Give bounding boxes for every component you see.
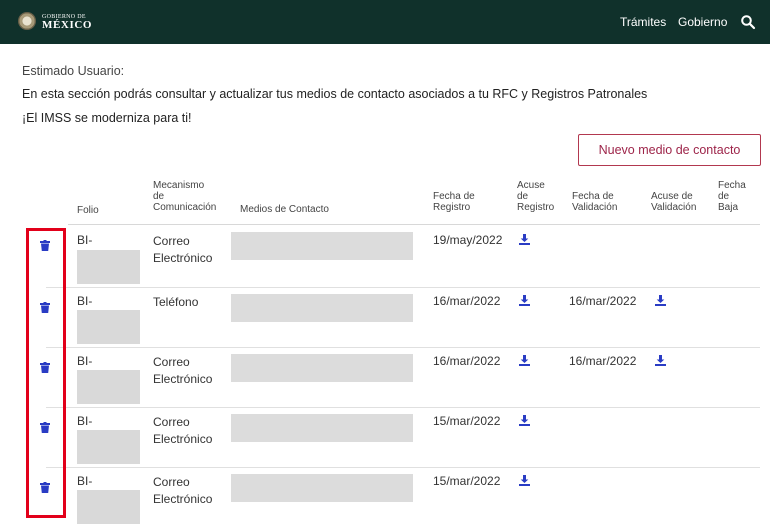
table-row: BI- Correo Electrónico 15/mar/2022 bbox=[22, 408, 760, 468]
registration-date: 15/mar/2022 bbox=[433, 474, 501, 488]
delete-column-highlight bbox=[26, 228, 66, 518]
registration-date: 16/mar/2022 bbox=[433, 294, 501, 308]
folio-prefix: BI- bbox=[77, 354, 93, 368]
download-icon[interactable] bbox=[519, 355, 530, 366]
table-row: BI- Correo Electrónico 19/may/2022 bbox=[22, 228, 760, 288]
header-acuse-registro: Acuse de Registro bbox=[517, 180, 555, 213]
folio-prefix: BI- bbox=[77, 414, 93, 428]
redacted-folio bbox=[77, 250, 140, 284]
redacted-contact-media bbox=[231, 414, 413, 442]
header-fecha-baja: Fecha de Baja bbox=[718, 180, 746, 213]
section-description: En esta sección podrás consultar y actua… bbox=[22, 87, 648, 101]
table-row: BI- Correo Electrónico 16/mar/2022 16/ma… bbox=[22, 348, 760, 408]
redacted-contact-media bbox=[231, 474, 413, 502]
folio-prefix: BI- bbox=[77, 294, 93, 308]
validation-date: 16/mar/2022 bbox=[569, 294, 637, 308]
download-icon[interactable] bbox=[519, 475, 530, 486]
folio-prefix: BI- bbox=[77, 233, 93, 247]
download-icon[interactable] bbox=[519, 295, 530, 306]
nav-link-gobierno[interactable]: Gobierno bbox=[678, 15, 727, 29]
nav-link-tramites[interactable]: Trámites bbox=[620, 15, 666, 29]
mechanism-cell: Correo Electrónico bbox=[153, 355, 213, 386]
folio-prefix: BI- bbox=[77, 474, 93, 488]
download-icon[interactable] bbox=[655, 355, 666, 366]
redacted-contact-media bbox=[231, 232, 413, 260]
redacted-contact-media bbox=[231, 294, 413, 322]
mechanism-cell: Correo Electrónico bbox=[153, 415, 213, 446]
header-acuse-validacion: Acuse de Validación bbox=[651, 191, 697, 213]
registration-date: 19/may/2022 bbox=[433, 233, 503, 247]
header-folio: Folio bbox=[77, 205, 99, 216]
download-icon[interactable] bbox=[519, 234, 530, 245]
redacted-contact-media bbox=[231, 354, 413, 382]
redacted-folio bbox=[77, 310, 140, 344]
validation-date: 16/mar/2022 bbox=[569, 354, 637, 368]
redacted-folio bbox=[77, 430, 140, 464]
table-row: BI- Teléfono 16/mar/2022 16/mar/2022 bbox=[22, 288, 760, 348]
mechanism-cell: Correo Electrónico bbox=[153, 234, 213, 265]
header-divider bbox=[68, 224, 760, 225]
registration-date: 16/mar/2022 bbox=[433, 354, 501, 368]
search-icon[interactable] bbox=[740, 14, 756, 30]
greeting-text: Estimado Usuario: bbox=[22, 64, 125, 78]
header-medios-contacto: Medios de Contacto bbox=[240, 204, 329, 215]
download-icon[interactable] bbox=[655, 295, 666, 306]
national-seal-icon bbox=[18, 12, 36, 30]
redacted-folio bbox=[77, 490, 140, 524]
tagline-text: ¡El IMSS se moderniza para ti! bbox=[22, 111, 192, 125]
redacted-folio bbox=[77, 370, 140, 404]
table-row: BI- Correo Electrónico 15/mar/2022 bbox=[22, 468, 760, 528]
top-nav-bar: GOBIERNO DE MÉXICO Trámites Gobierno bbox=[0, 0, 770, 44]
header-fecha-registro: Fecha de Registro bbox=[433, 191, 475, 213]
mechanism-cell: Teléfono bbox=[153, 295, 199, 309]
header-mecanismo: Mecanismo de Comunicación bbox=[153, 180, 217, 213]
header-fecha-validacion: Fecha de Validación bbox=[572, 191, 618, 213]
mechanism-cell: Correo Electrónico bbox=[153, 475, 213, 506]
registration-date: 15/mar/2022 bbox=[433, 414, 501, 428]
new-contact-button[interactable]: Nuevo medio de contacto bbox=[578, 134, 761, 166]
gobierno-mexico-logo[interactable]: GOBIERNO DE MÉXICO bbox=[18, 12, 93, 31]
logo-big-text: MÉXICO bbox=[42, 19, 93, 31]
download-icon[interactable] bbox=[519, 415, 530, 426]
